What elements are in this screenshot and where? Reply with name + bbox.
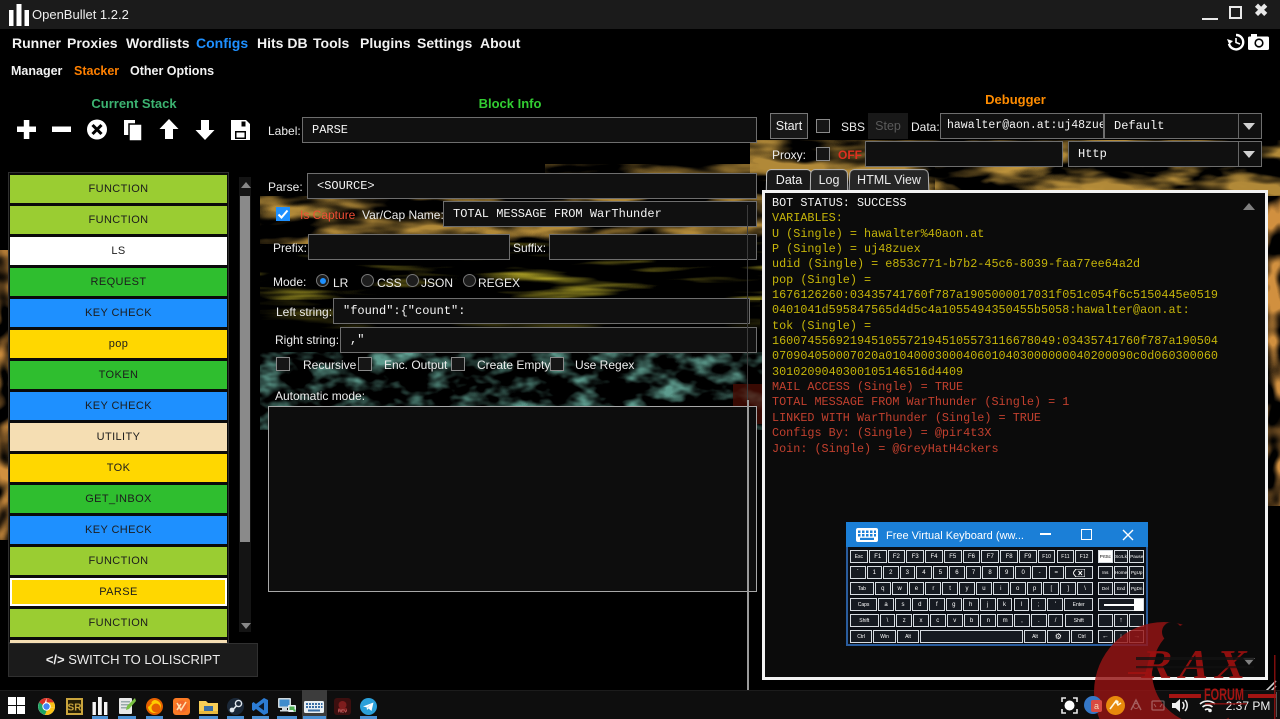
svg-text:RAX: RAX [1138,643,1259,688]
svg-text:FORUM: FORUM [1204,685,1244,704]
svg-text:SR: SR [68,703,83,714]
svg-text:REV: REV [338,709,347,714]
